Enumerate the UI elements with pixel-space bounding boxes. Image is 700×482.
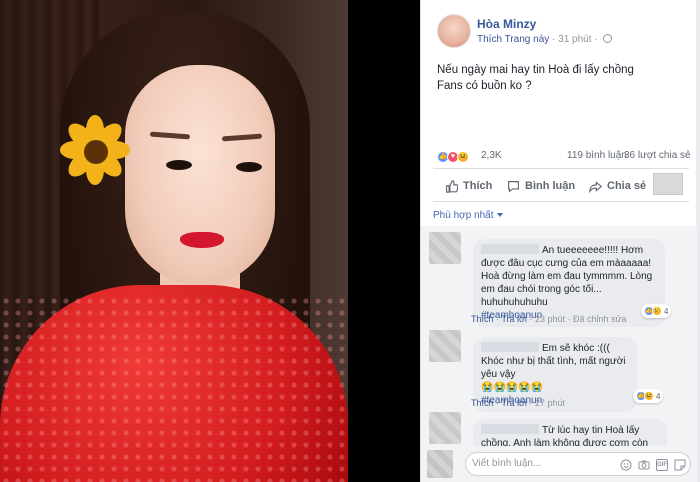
post-panel: Hòa Minzy Thích Trang này · 31 phút · Nế…: [420, 0, 700, 482]
author-name[interactable]: Hòa Minzy: [477, 17, 536, 31]
comment-reactions[interactable]: 👍 😆 4: [633, 389, 664, 403]
sort-label: Phù hợp nhất: [433, 210, 494, 221]
comment-avatar[interactable]: [429, 232, 461, 264]
comment-sort-dropdown[interactable]: Phù hợp nhất: [433, 210, 503, 221]
meta-separator: ·: [594, 34, 601, 45]
commenter-name-redacted[interactable]: [481, 424, 539, 434]
share-icon: [589, 180, 602, 193]
comment-icon: [508, 180, 519, 193]
post-text: Nếu ngày mai hay tin Hoà đi lấy chồng Fa…: [437, 62, 687, 94]
comment-actions: Thích · Trả lời · 27 phút: [471, 398, 565, 408]
share-button-label: Chia sẻ: [607, 180, 647, 192]
viewer-avatar: [427, 450, 453, 478]
reaction-icons[interactable]: 👍 ♥ 😆: [437, 150, 469, 164]
haha-reaction-icon: 😆: [644, 391, 654, 401]
share-button[interactable]: Chia sẻ: [589, 177, 646, 195]
photo-face: [125, 65, 275, 285]
comment-avatar[interactable]: [429, 412, 461, 444]
photo-right-eye: [236, 162, 262, 172]
like-button[interactable]: Thích: [445, 177, 492, 195]
post-text-line: Fans có buồn ko ?: [437, 80, 532, 92]
divider: [433, 201, 689, 202]
comment-button[interactable]: Bình luận: [507, 177, 575, 195]
reaction-count[interactable]: 2,3K: [481, 150, 502, 161]
sticker-icon[interactable]: [674, 459, 686, 471]
viewer-thumbnail[interactable]: [653, 173, 683, 195]
comment-body: Từ lúc hay tin Hoà lấy chồng. Anh làm kh…: [473, 419, 667, 446]
photo-lace-pattern: [0, 295, 348, 482]
post-text-line: Nếu ngày mai hay tin Hoà đi lấy chồng: [437, 64, 634, 76]
post-card: Hòa Minzy Thích Trang này · 31 phút · Nế…: [420, 0, 697, 482]
comment-edited[interactable]: Đã chỉnh sửa: [573, 314, 627, 324]
camera-icon[interactable]: [638, 459, 650, 471]
photo-lips: [180, 232, 224, 248]
screenshot: Hòa Minzy Thích Trang này · 31 phút · Nế…: [0, 0, 700, 482]
commenter-name-redacted[interactable]: [481, 244, 539, 254]
sunflower-center: [84, 140, 108, 164]
comment-actions: Thích · Trả lời · 23 phút · Đã chỉnh sửa: [471, 314, 627, 324]
comment-avatar[interactable]: [429, 330, 461, 362]
post-photo[interactable]: [0, 0, 348, 482]
comment-text: An tueeeeeee!!!!! Hơm được đâu cục cưng …: [481, 245, 653, 308]
share-count[interactable]: 36 lượt chia sẻ: [624, 150, 691, 161]
comments-list: An tueeeeeee!!!!! Hơm được đâu cục cưng …: [421, 226, 697, 446]
gif-icon[interactable]: GIF: [656, 459, 668, 471]
comment-time[interactable]: 27 phút: [535, 398, 565, 408]
like-page-link[interactable]: Thích Trang này: [477, 34, 549, 45]
comment-input-placeholder: Viết bình luận...: [472, 458, 542, 469]
comment-reaction-count: 4: [664, 306, 669, 316]
divider: [433, 168, 689, 169]
comment-reply-link[interactable]: Trả lời: [501, 398, 527, 408]
sunflower: [60, 110, 130, 190]
comment-reactions[interactable]: 👍 😢 4: [641, 304, 672, 318]
haha-reaction-icon: 😆: [457, 151, 469, 163]
comment-count[interactable]: 119 bình luận: [567, 150, 627, 161]
globe-icon: [603, 34, 613, 43]
comment-reply-link[interactable]: Trả lời: [501, 314, 527, 324]
photo-left-eye: [166, 160, 192, 170]
emoji-icon[interactable]: [620, 459, 632, 471]
author-avatar[interactable]: [437, 14, 471, 48]
sad-reaction-icon: 😢: [652, 306, 662, 316]
comment-composer: Viết bình luận... GIF: [421, 446, 697, 482]
comment-like-link[interactable]: Thích: [471, 398, 494, 408]
comment-input[interactable]: Viết bình luận... GIF: [465, 452, 691, 476]
commenter-name-redacted[interactable]: [481, 342, 539, 352]
post-time[interactable]: 31 phút: [558, 34, 591, 45]
comment-bubble: Từ lúc hay tin Hoà lấy chồng. Anh làm kh…: [465, 414, 675, 446]
comment-like-link[interactable]: Thích: [471, 314, 494, 324]
like-button-label: Thích: [463, 180, 493, 192]
post-meta: Thích Trang này · 31 phút ·: [477, 34, 613, 45]
comment-reaction-count: 4: [656, 391, 661, 401]
comment-time[interactable]: 23 phút: [535, 314, 565, 324]
comment-button-label: Bình luận: [525, 180, 576, 192]
comment-emojis: 😭😭😭😭😭: [481, 382, 544, 393]
caret-down-icon: [496, 213, 503, 217]
thumb-up-icon: [446, 179, 458, 193]
